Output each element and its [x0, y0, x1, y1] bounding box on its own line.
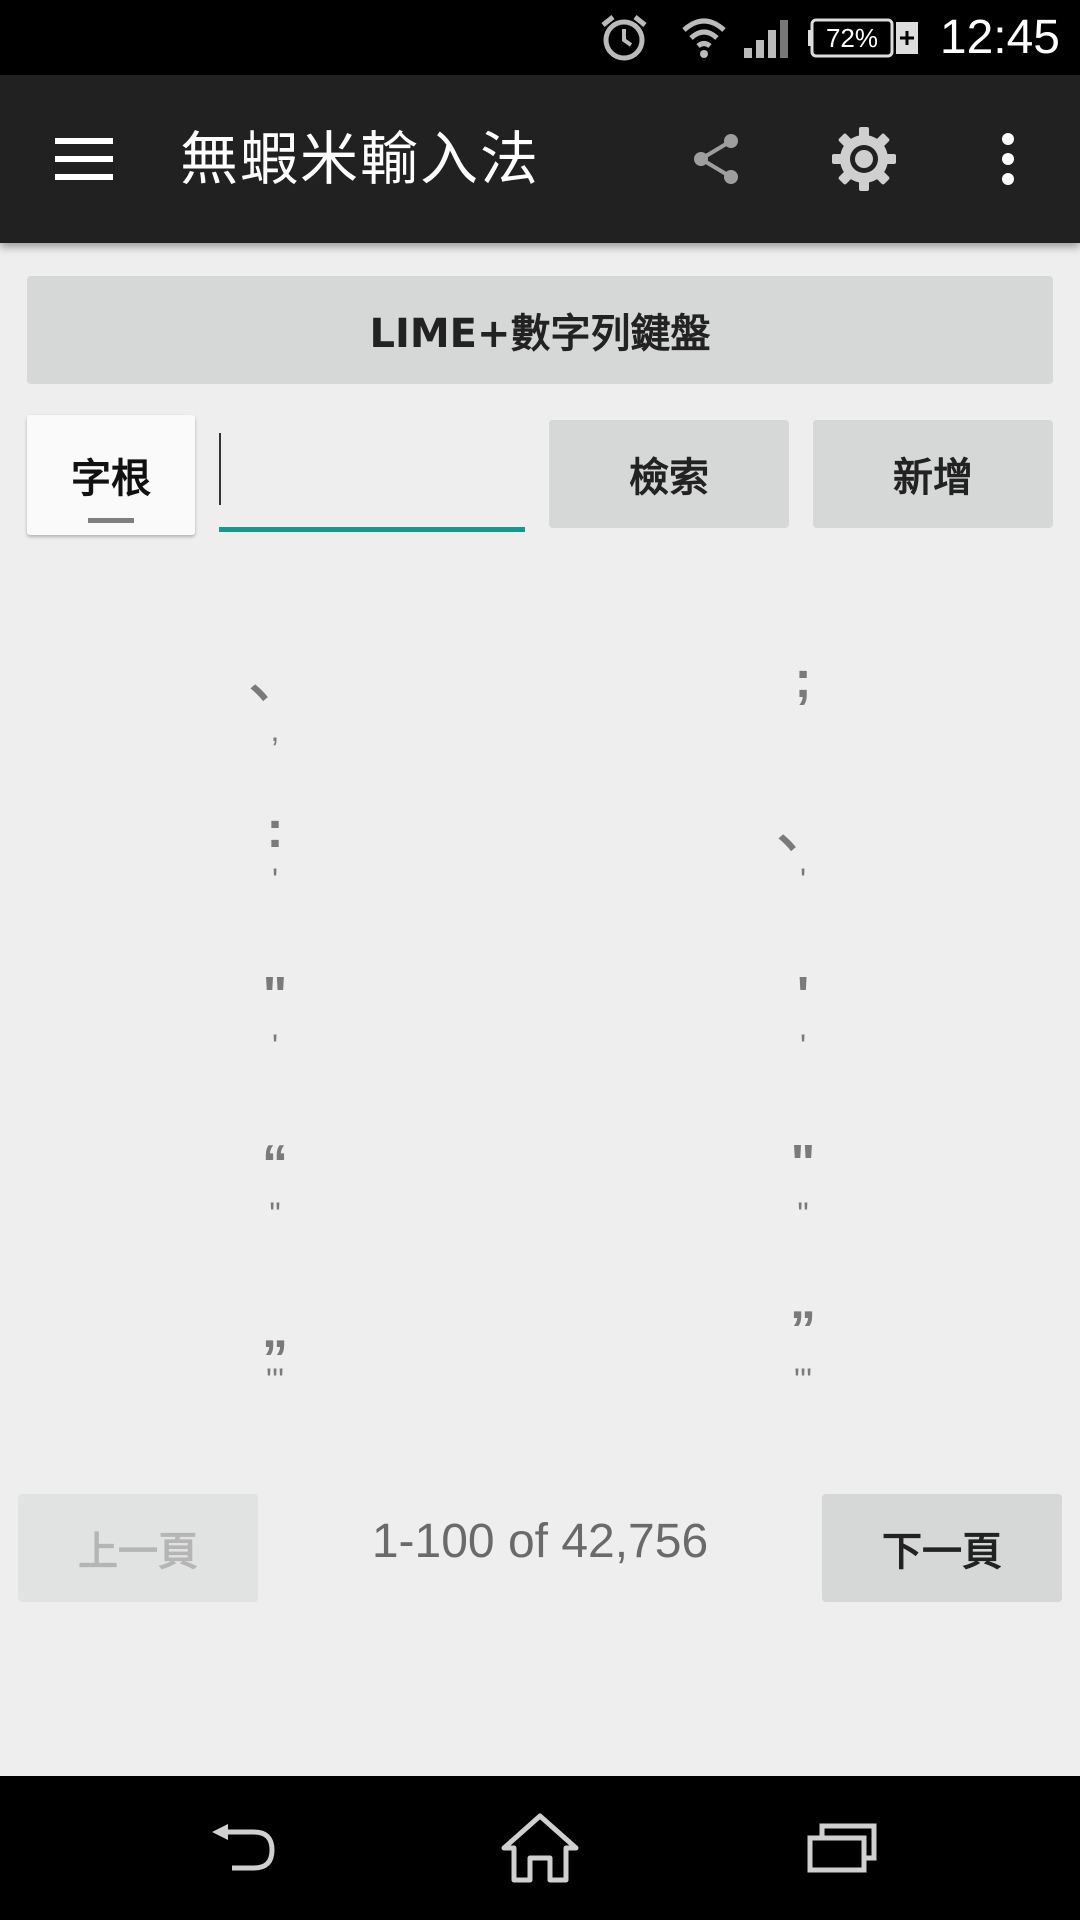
list-item[interactable]: : ': [175, 800, 375, 900]
signal-icon: [742, 0, 792, 75]
result-row: " ' ' ': [0, 966, 1080, 1134]
result-row: 、 , ;: [0, 650, 1080, 818]
result-code: [703, 710, 903, 750]
result-row: : ' 、 ': [0, 800, 1080, 968]
result-key: ': [796, 967, 810, 1025]
result-row: „ ''' ” ''': [0, 1300, 1080, 1468]
recent-apps-icon[interactable]: [800, 1776, 884, 1920]
back-icon[interactable]: [200, 1776, 284, 1920]
share-icon[interactable]: [680, 75, 752, 243]
result-key: ;: [794, 651, 812, 709]
result-key: 、: [776, 801, 829, 859]
overflow-menu-icon[interactable]: [984, 75, 1032, 243]
result-code: ': [271, 1028, 279, 1064]
result-code: ": [269, 1196, 281, 1232]
battery-level: 72%: [826, 23, 878, 53]
result-row: “ " " ": [0, 1134, 1080, 1302]
alarm-icon: [596, 0, 652, 75]
wifi-icon: [676, 0, 732, 75]
app-bar: 無蝦米輸入法: [0, 75, 1080, 243]
result-key: ”: [790, 1301, 816, 1359]
root-field-label: 字根: [71, 456, 151, 502]
list-item[interactable]: ' ': [703, 966, 903, 1066]
result-code: ': [799, 862, 807, 898]
system-navigation-bar: [0, 1776, 1080, 1920]
result-code: ,: [270, 712, 280, 748]
menu-icon[interactable]: [44, 75, 124, 243]
result-code: ''': [793, 1362, 813, 1398]
result-code: ': [799, 1028, 807, 1064]
home-icon[interactable]: [496, 1776, 584, 1920]
settings-icon[interactable]: [826, 75, 902, 243]
status-bar: 72% 12:45: [0, 0, 1080, 75]
root-search-input[interactable]: [219, 420, 525, 532]
result-code: ''': [265, 1362, 285, 1398]
text-cursor: [219, 433, 221, 505]
root-field-tab[interactable]: 字根: [27, 415, 195, 535]
next-page-button[interactable]: 下一頁: [822, 1494, 1062, 1602]
list-item[interactable]: “ ": [175, 1134, 375, 1234]
list-item[interactable]: ” ''': [703, 1300, 903, 1400]
result-code: ': [271, 862, 279, 898]
previous-page-button[interactable]: 上一頁: [18, 1494, 258, 1602]
result-key: :: [266, 801, 284, 859]
list-item[interactable]: " ": [703, 1134, 903, 1234]
list-item[interactable]: „ ''': [175, 1300, 375, 1400]
app-title: 無蝦米輸入法: [180, 125, 541, 193]
list-item[interactable]: " ': [175, 966, 375, 1066]
result-key: “: [262, 1135, 288, 1193]
keyboard-select-button[interactable]: LIME+數字列鍵盤: [27, 276, 1053, 384]
clock: 12:45: [939, 11, 1060, 64]
list-item[interactable]: 、 ,: [175, 650, 375, 750]
result-key: ": [262, 967, 288, 1025]
list-item[interactable]: 、 ': [703, 800, 903, 900]
result-key: ": [790, 1135, 816, 1193]
result-code: ": [797, 1196, 809, 1232]
add-button[interactable]: 新增: [813, 420, 1053, 528]
tab-indicator: [88, 518, 134, 523]
search-button[interactable]: 檢索: [549, 420, 789, 528]
page-range-text: 1-100 of 42,756: [371, 1515, 709, 1568]
battery-charging-icon: 72%: [808, 0, 920, 75]
result-key: „: [262, 1301, 288, 1359]
result-key: 、: [248, 651, 301, 709]
list-item[interactable]: ;: [703, 650, 903, 750]
